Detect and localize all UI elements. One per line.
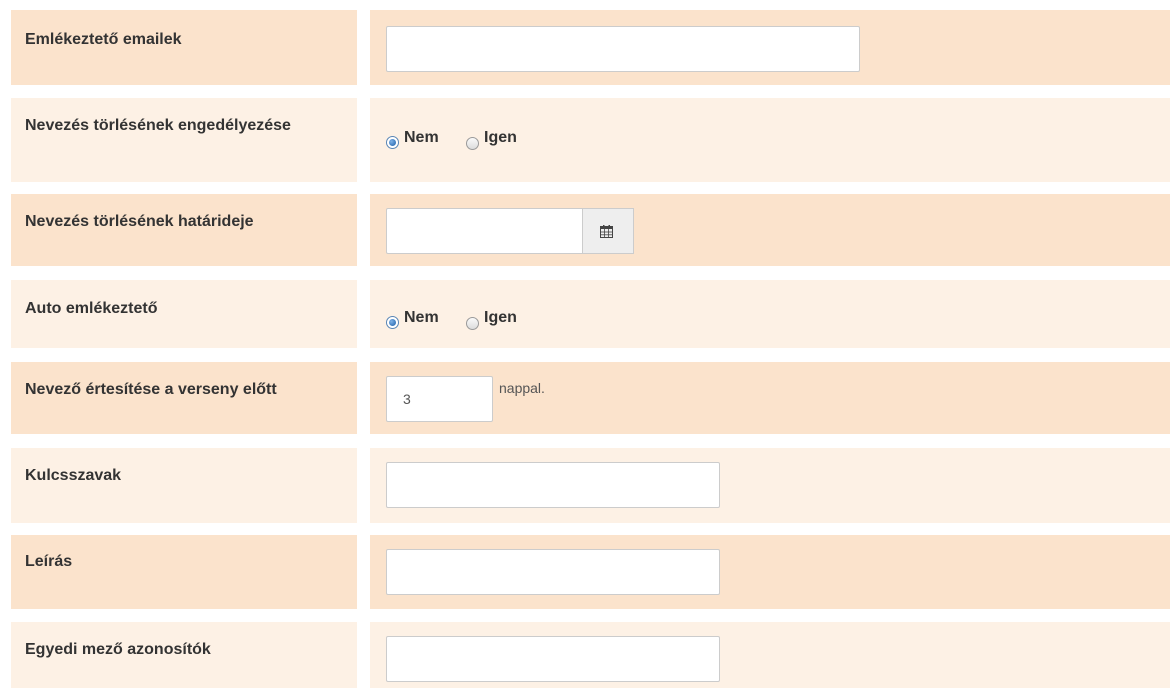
auto-reminder-radio-igen[interactable] (466, 317, 479, 330)
auto-reminder-option-igen-label: Igen (484, 309, 517, 326)
keywords-cell (370, 448, 1170, 523)
allow-cancel-radio-igen[interactable] (466, 137, 479, 150)
custom-field-ids-input[interactable] (386, 636, 720, 682)
description-input[interactable] (386, 549, 720, 595)
allow-cancel-radio-nem[interactable] (386, 136, 399, 149)
row-description: Leírás (11, 535, 1170, 609)
row-notify-before: Nevező értesítése a verseny előtt nappal… (11, 362, 1170, 434)
row-allow-cancel: Nevezés törlésének engedélyezése Nem Ige… (11, 98, 1170, 182)
row-keywords: Kulcsszavak (11, 448, 1170, 523)
row-auto-reminder: Auto emlékeztető Nem Igen (11, 280, 1170, 348)
row-custom-field-ids: Egyedi mező azonosítók (11, 622, 1170, 688)
calendar-button[interactable] (583, 208, 634, 254)
custom-field-ids-cell (370, 622, 1170, 688)
allow-cancel-option-igen-label: Igen (484, 129, 517, 146)
notify-before-suffix: nappal. (499, 380, 545, 396)
row-reminder-emails: Emlékeztető emailek (11, 10, 1170, 85)
auto-reminder-label: Auto emlékeztető (11, 280, 357, 348)
description-label: Leírás (11, 535, 357, 609)
notify-before-label: Nevező értesítése a verseny előtt (11, 362, 357, 434)
row-cancel-deadline: Nevezés törlésének határideje (11, 194, 1170, 266)
auto-reminder-option-nem-label: Nem (404, 309, 439, 326)
settings-form: Emlékeztető emailek Nevezés törlésének e… (0, 0, 1170, 688)
keywords-input[interactable] (386, 462, 720, 508)
notify-before-cell: nappal. (370, 362, 1170, 434)
keywords-label: Kulcsszavak (11, 448, 357, 523)
auto-reminder-cell: Nem Igen (370, 280, 1170, 348)
cancel-deadline-input[interactable] (386, 208, 583, 254)
custom-field-ids-label: Egyedi mező azonosítók (11, 622, 357, 688)
reminder-emails-cell (370, 10, 1170, 85)
auto-reminder-radio-nem[interactable] (386, 316, 399, 329)
notify-before-days-input[interactable] (386, 376, 493, 422)
cancel-deadline-label: Nevezés törlésének határideje (11, 194, 357, 266)
reminder-emails-input[interactable] (386, 26, 860, 72)
allow-cancel-option-nem-label: Nem (404, 129, 439, 146)
calendar-icon (600, 225, 613, 238)
cancel-deadline-cell (370, 194, 1170, 266)
allow-cancel-label: Nevezés törlésének engedélyezése (11, 98, 357, 182)
description-cell (370, 535, 1170, 609)
allow-cancel-cell: Nem Igen (370, 98, 1170, 182)
reminder-emails-label: Emlékeztető emailek (11, 10, 357, 85)
